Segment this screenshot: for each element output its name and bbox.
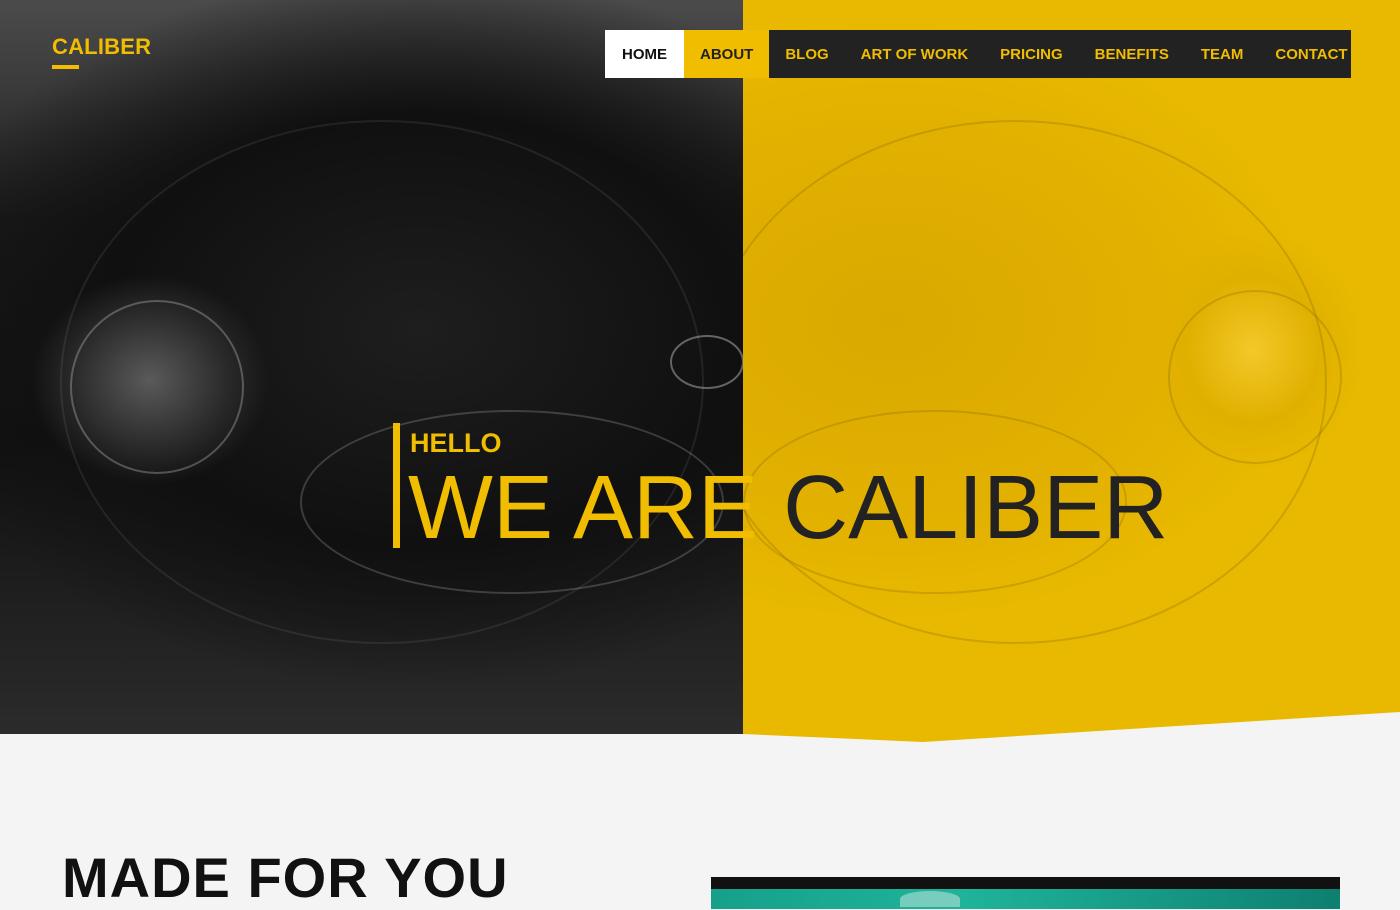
main-navigation: HOME ABOUT BLOG ART OF WORK PRICING BENE…: [605, 30, 1351, 78]
hero-greeting: HELLO: [410, 428, 502, 458]
nav-contact[interactable]: CONTACT: [1259, 30, 1363, 78]
hero-headline-part2: CALIBER: [783, 458, 1169, 558]
section-title: MADE FOR YOU: [62, 846, 509, 909]
headline-accent-bar: [393, 423, 400, 548]
brand-logo[interactable]: CALIBER: [52, 34, 151, 60]
media-preview-shape: [900, 891, 960, 907]
nav-art-of-work[interactable]: ART OF WORK: [845, 30, 984, 78]
nav-blog[interactable]: BLOG: [769, 30, 844, 78]
hero-section: [0, 0, 1400, 745]
hero-yellow-overlay: [743, 0, 1400, 742]
nav-pricing[interactable]: PRICING: [984, 30, 1079, 78]
hero-headline: WE ARE CALIBER: [408, 458, 1168, 558]
hero-headline-part1: WE ARE: [408, 458, 759, 558]
nav-home[interactable]: HOME: [605, 30, 684, 78]
logo-underline: [52, 65, 79, 69]
hero-car-photo-grayscale: [0, 0, 744, 734]
media-preview-image[interactable]: [711, 889, 1340, 909]
nav-benefits[interactable]: BENEFITS: [1079, 30, 1185, 78]
nav-about[interactable]: ABOUT: [684, 30, 770, 78]
nav-team[interactable]: TEAM: [1185, 30, 1260, 78]
